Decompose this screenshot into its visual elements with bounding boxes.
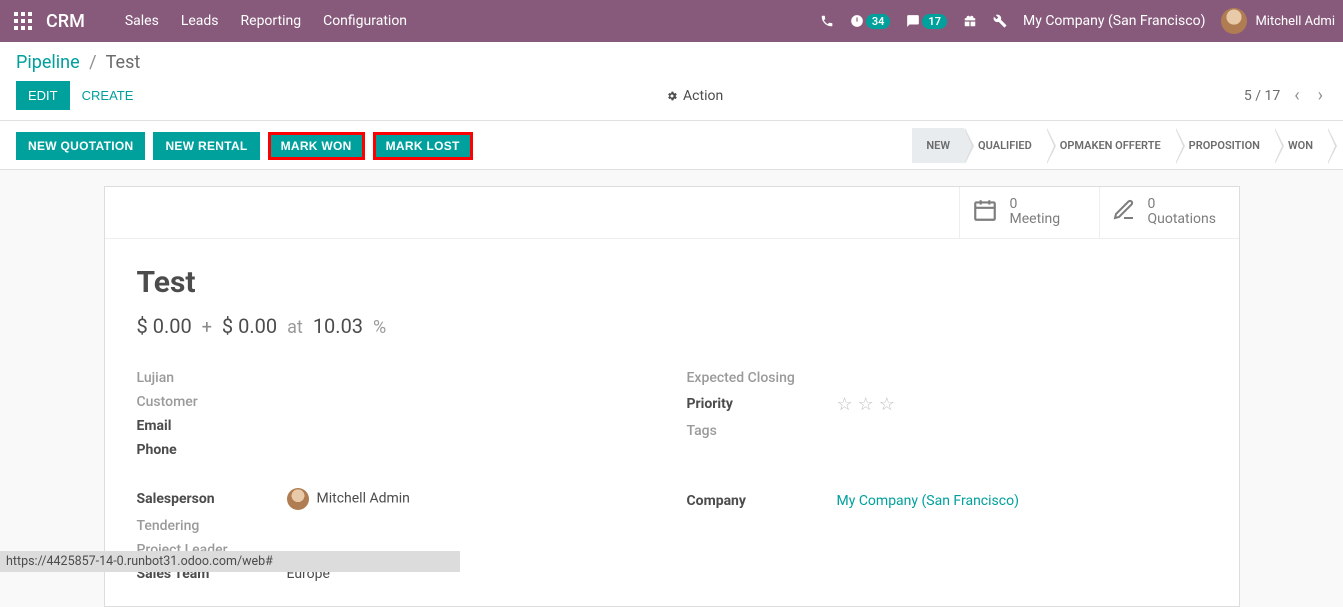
stat-quotations-label: Quotations xyxy=(1148,211,1216,227)
breadcrumb-row: Pipeline / Test xyxy=(0,42,1343,81)
app-brand[interactable]: CRM xyxy=(46,11,85,32)
phone-icon[interactable] xyxy=(820,14,834,28)
nav-sales[interactable]: Sales xyxy=(125,13,159,29)
gift-icon[interactable] xyxy=(963,14,977,28)
breadcrumb-current: Test xyxy=(106,52,141,73)
user-menu[interactable]: Mitchell Admi xyxy=(1221,8,1335,34)
stage-bar: NEW QUALIFIED OPMAKEN OFFERTE PROPOSITIO… xyxy=(912,128,1327,163)
value-salesperson[interactable]: Mitchell Admin xyxy=(287,488,410,510)
expected-revenue: $ 0.00 xyxy=(137,314,192,338)
salesperson-avatar xyxy=(287,488,309,510)
statusbar: NEW QUOTATION NEW RENTAL MARK WON MARK L… xyxy=(0,120,1343,170)
user-avatar xyxy=(1221,8,1247,34)
action-dropdown[interactable]: Action xyxy=(145,88,1243,104)
stat-buttons: 0 Meeting 0 Quotations xyxy=(105,187,1239,239)
probability-value: 10.03 xyxy=(313,314,363,338)
record-title: Test xyxy=(137,265,1207,300)
nav-reporting[interactable]: Reporting xyxy=(241,13,302,29)
priority-stars[interactable]: ☆☆☆ xyxy=(837,394,900,415)
pager-prev[interactable]: ‹ xyxy=(1290,85,1303,106)
label-tendering: Tendering xyxy=(137,518,287,534)
percent-sign: % xyxy=(373,317,386,338)
mark-lost-button[interactable]: MARK LOST xyxy=(373,132,473,160)
nav-right: 34 17 My Company (San Francisco) Mitchel… xyxy=(820,8,1335,34)
label-salesperson: Salesperson xyxy=(137,491,287,507)
user-name: Mitchell Admi xyxy=(1255,14,1335,29)
stage-new[interactable]: NEW xyxy=(912,128,964,163)
value-company[interactable]: My Company (San Francisco) xyxy=(837,493,1019,509)
nav-configuration[interactable]: Configuration xyxy=(323,13,407,29)
recurring-revenue: $ 0.00 xyxy=(222,314,277,338)
revenue-line: $ 0.00 + $ 0.00 at 10.03 % xyxy=(137,314,1207,338)
breadcrumb-separator: / xyxy=(89,52,96,73)
nav-leads[interactable]: Leads xyxy=(181,13,219,29)
create-button[interactable]: CREATE xyxy=(70,81,146,110)
right-column: Expected Closing Priority ☆☆☆ Tags Compa… xyxy=(687,366,1207,586)
messages-icon[interactable]: 17 xyxy=(906,14,947,29)
nav-menu: Sales Leads Reporting Configuration xyxy=(125,13,820,29)
new-rental-button[interactable]: NEW RENTAL xyxy=(153,132,259,160)
stage-qualified[interactable]: QUALIFIED xyxy=(964,128,1046,163)
edit-icon xyxy=(1112,198,1136,226)
label-priority: Priority xyxy=(687,396,837,412)
messages-badge: 17 xyxy=(922,14,947,29)
new-quotation-button[interactable]: NEW QUOTATION xyxy=(16,132,145,160)
label-tags: Tags xyxy=(687,423,837,439)
browser-status-url: https://4425857-14-0.runbot31.odoo.com/w… xyxy=(0,551,460,572)
form-sheet: 0 Meeting 0 Quotations Test $ 0.00 + $ 0… xyxy=(104,186,1240,607)
plus-sign: + xyxy=(202,317,212,338)
main-navbar: CRM Sales Leads Reporting Configuration … xyxy=(0,0,1343,42)
action-label: Action xyxy=(683,88,723,104)
stat-meeting-label: Meeting xyxy=(1010,211,1061,227)
label-company: Company xyxy=(687,493,837,509)
edit-button[interactable]: EDIT xyxy=(16,81,70,110)
label-customer: Customer xyxy=(137,394,287,410)
sheet-container: 0 Meeting 0 Quotations Test $ 0.00 + $ 0… xyxy=(0,186,1343,607)
stat-meeting-count: 0 xyxy=(1010,197,1061,212)
gear-icon xyxy=(666,90,678,102)
mark-won-button[interactable]: MARK WON xyxy=(268,132,365,160)
apps-icon[interactable] xyxy=(14,12,32,30)
stat-quotations[interactable]: 0 Quotations xyxy=(1099,187,1239,238)
pager: 5 / 17 ‹ › xyxy=(1244,85,1327,106)
breadcrumb-root[interactable]: Pipeline xyxy=(16,52,80,73)
label-expected-closing: Expected Closing xyxy=(687,370,837,386)
breadcrumb: Pipeline / Test xyxy=(16,52,140,73)
activity-badge: 34 xyxy=(866,14,891,29)
label-phone: Phone xyxy=(137,442,287,458)
stat-meeting[interactable]: 0 Meeting xyxy=(959,187,1099,238)
pager-next[interactable]: › xyxy=(1314,85,1327,106)
control-buttons-row: EDIT CREATE Action 5 / 17 ‹ › xyxy=(0,81,1343,120)
activity-icon[interactable]: 34 xyxy=(850,14,891,29)
label-email: Email xyxy=(137,418,287,434)
tools-icon[interactable] xyxy=(993,14,1007,28)
company-switcher[interactable]: My Company (San Francisco) xyxy=(1023,13,1205,29)
at-label: at xyxy=(287,317,303,338)
stage-proposition[interactable]: PROPOSITION xyxy=(1175,128,1274,163)
stage-opmaken-offerte[interactable]: OPMAKEN OFFERTE xyxy=(1046,128,1175,163)
calendar-icon xyxy=(972,197,998,227)
pager-text[interactable]: 5 / 17 xyxy=(1244,88,1280,104)
label-lujian: Lujian xyxy=(137,370,287,386)
stat-quotations-count: 0 xyxy=(1148,197,1216,212)
